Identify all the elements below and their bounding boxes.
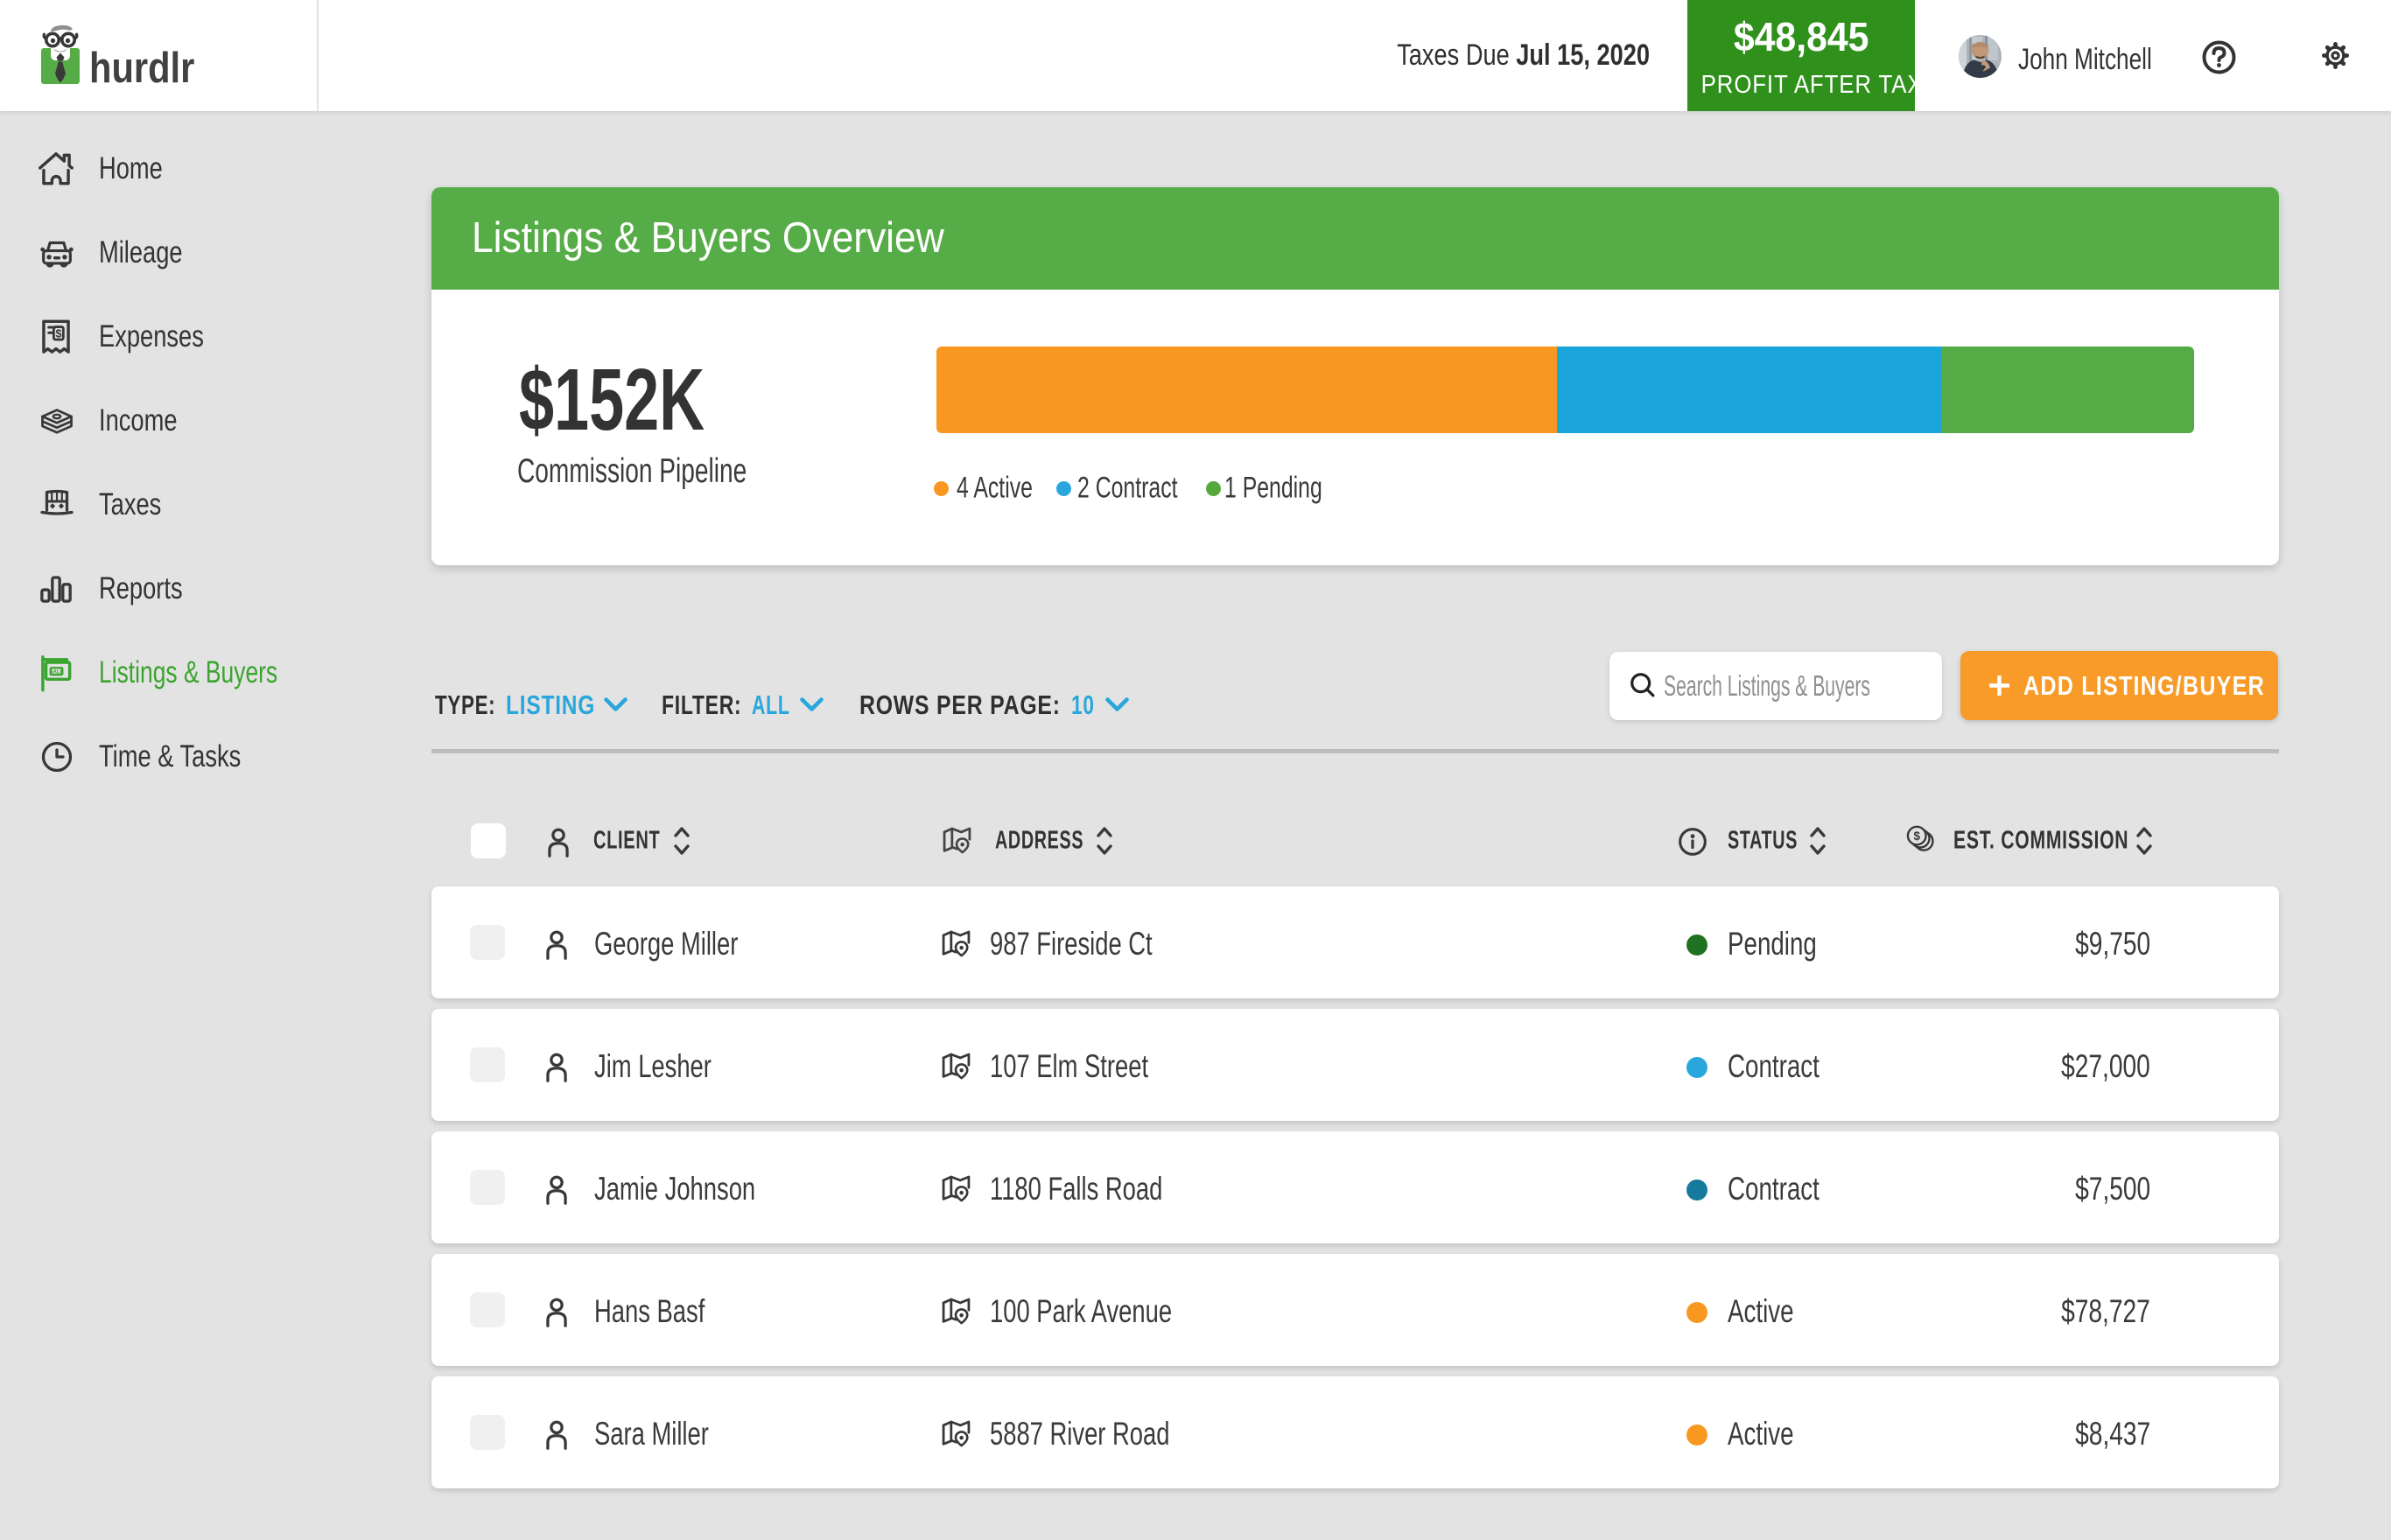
svg-text:SALE: SALE xyxy=(49,670,63,676)
svg-text:$: $ xyxy=(55,327,61,340)
svg-text:$: $ xyxy=(1914,830,1921,843)
